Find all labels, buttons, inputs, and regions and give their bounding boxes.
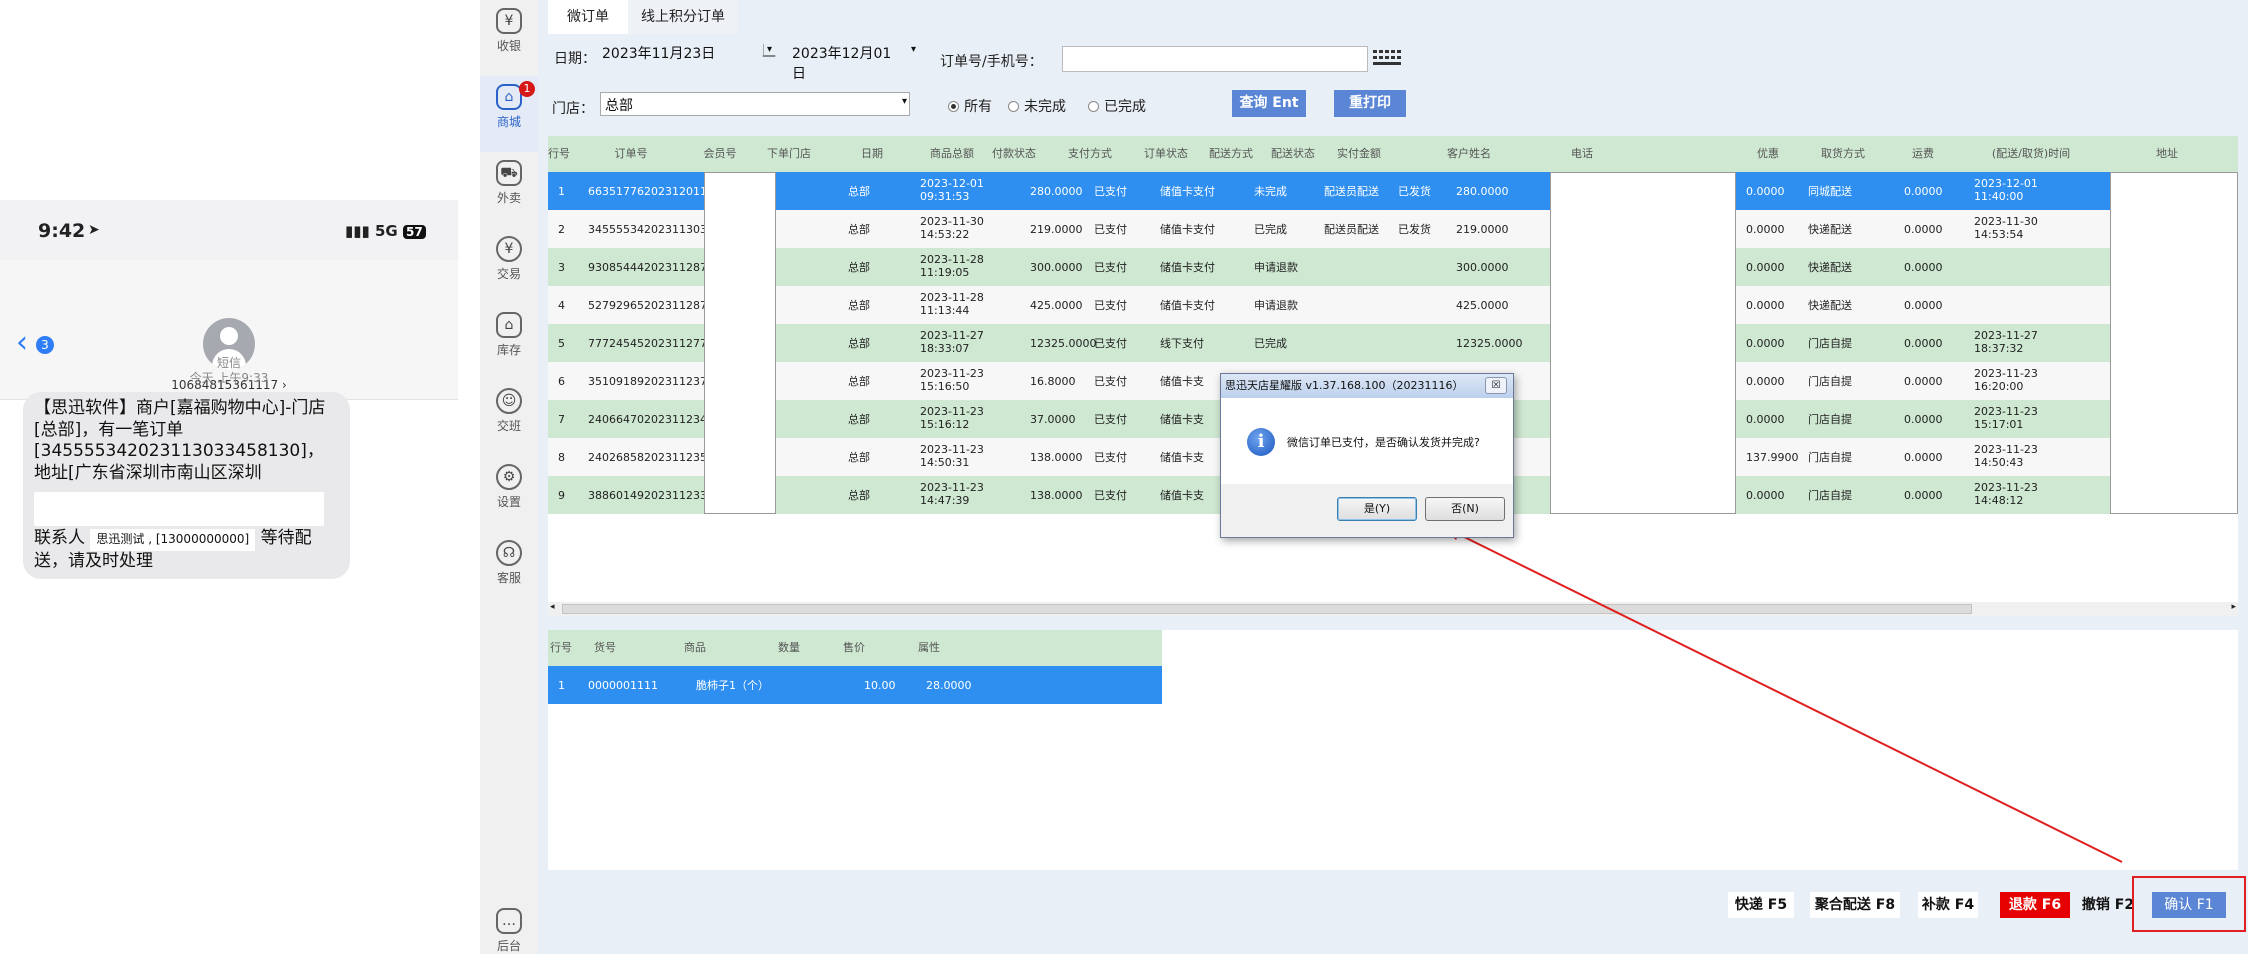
dialog-message: 微信订单已支付，是否确认发货并完成? xyxy=(1287,436,1480,449)
close-icon[interactable]: ☒ xyxy=(1485,377,1507,394)
annotation-arrow xyxy=(1440,525,2123,863)
info-icon: i xyxy=(1247,428,1275,456)
confirm-dialog: 思迅天店星耀版 v1.37.168.100（20231116） ☒ i 微信订单… xyxy=(1220,373,1514,538)
dialog-title: 思迅天店星耀版 v1.37.168.100（20231116） xyxy=(1225,379,1464,392)
dialog-body: i 微信订单已支付，是否确认发货并完成? xyxy=(1221,398,1513,484)
dialog-title-bar: 思迅天店星耀版 v1.37.168.100（20231116） ☒ xyxy=(1221,374,1513,398)
yes-button[interactable]: 是(Y) xyxy=(1337,497,1417,521)
no-button[interactable]: 否(N) xyxy=(1425,497,1505,521)
